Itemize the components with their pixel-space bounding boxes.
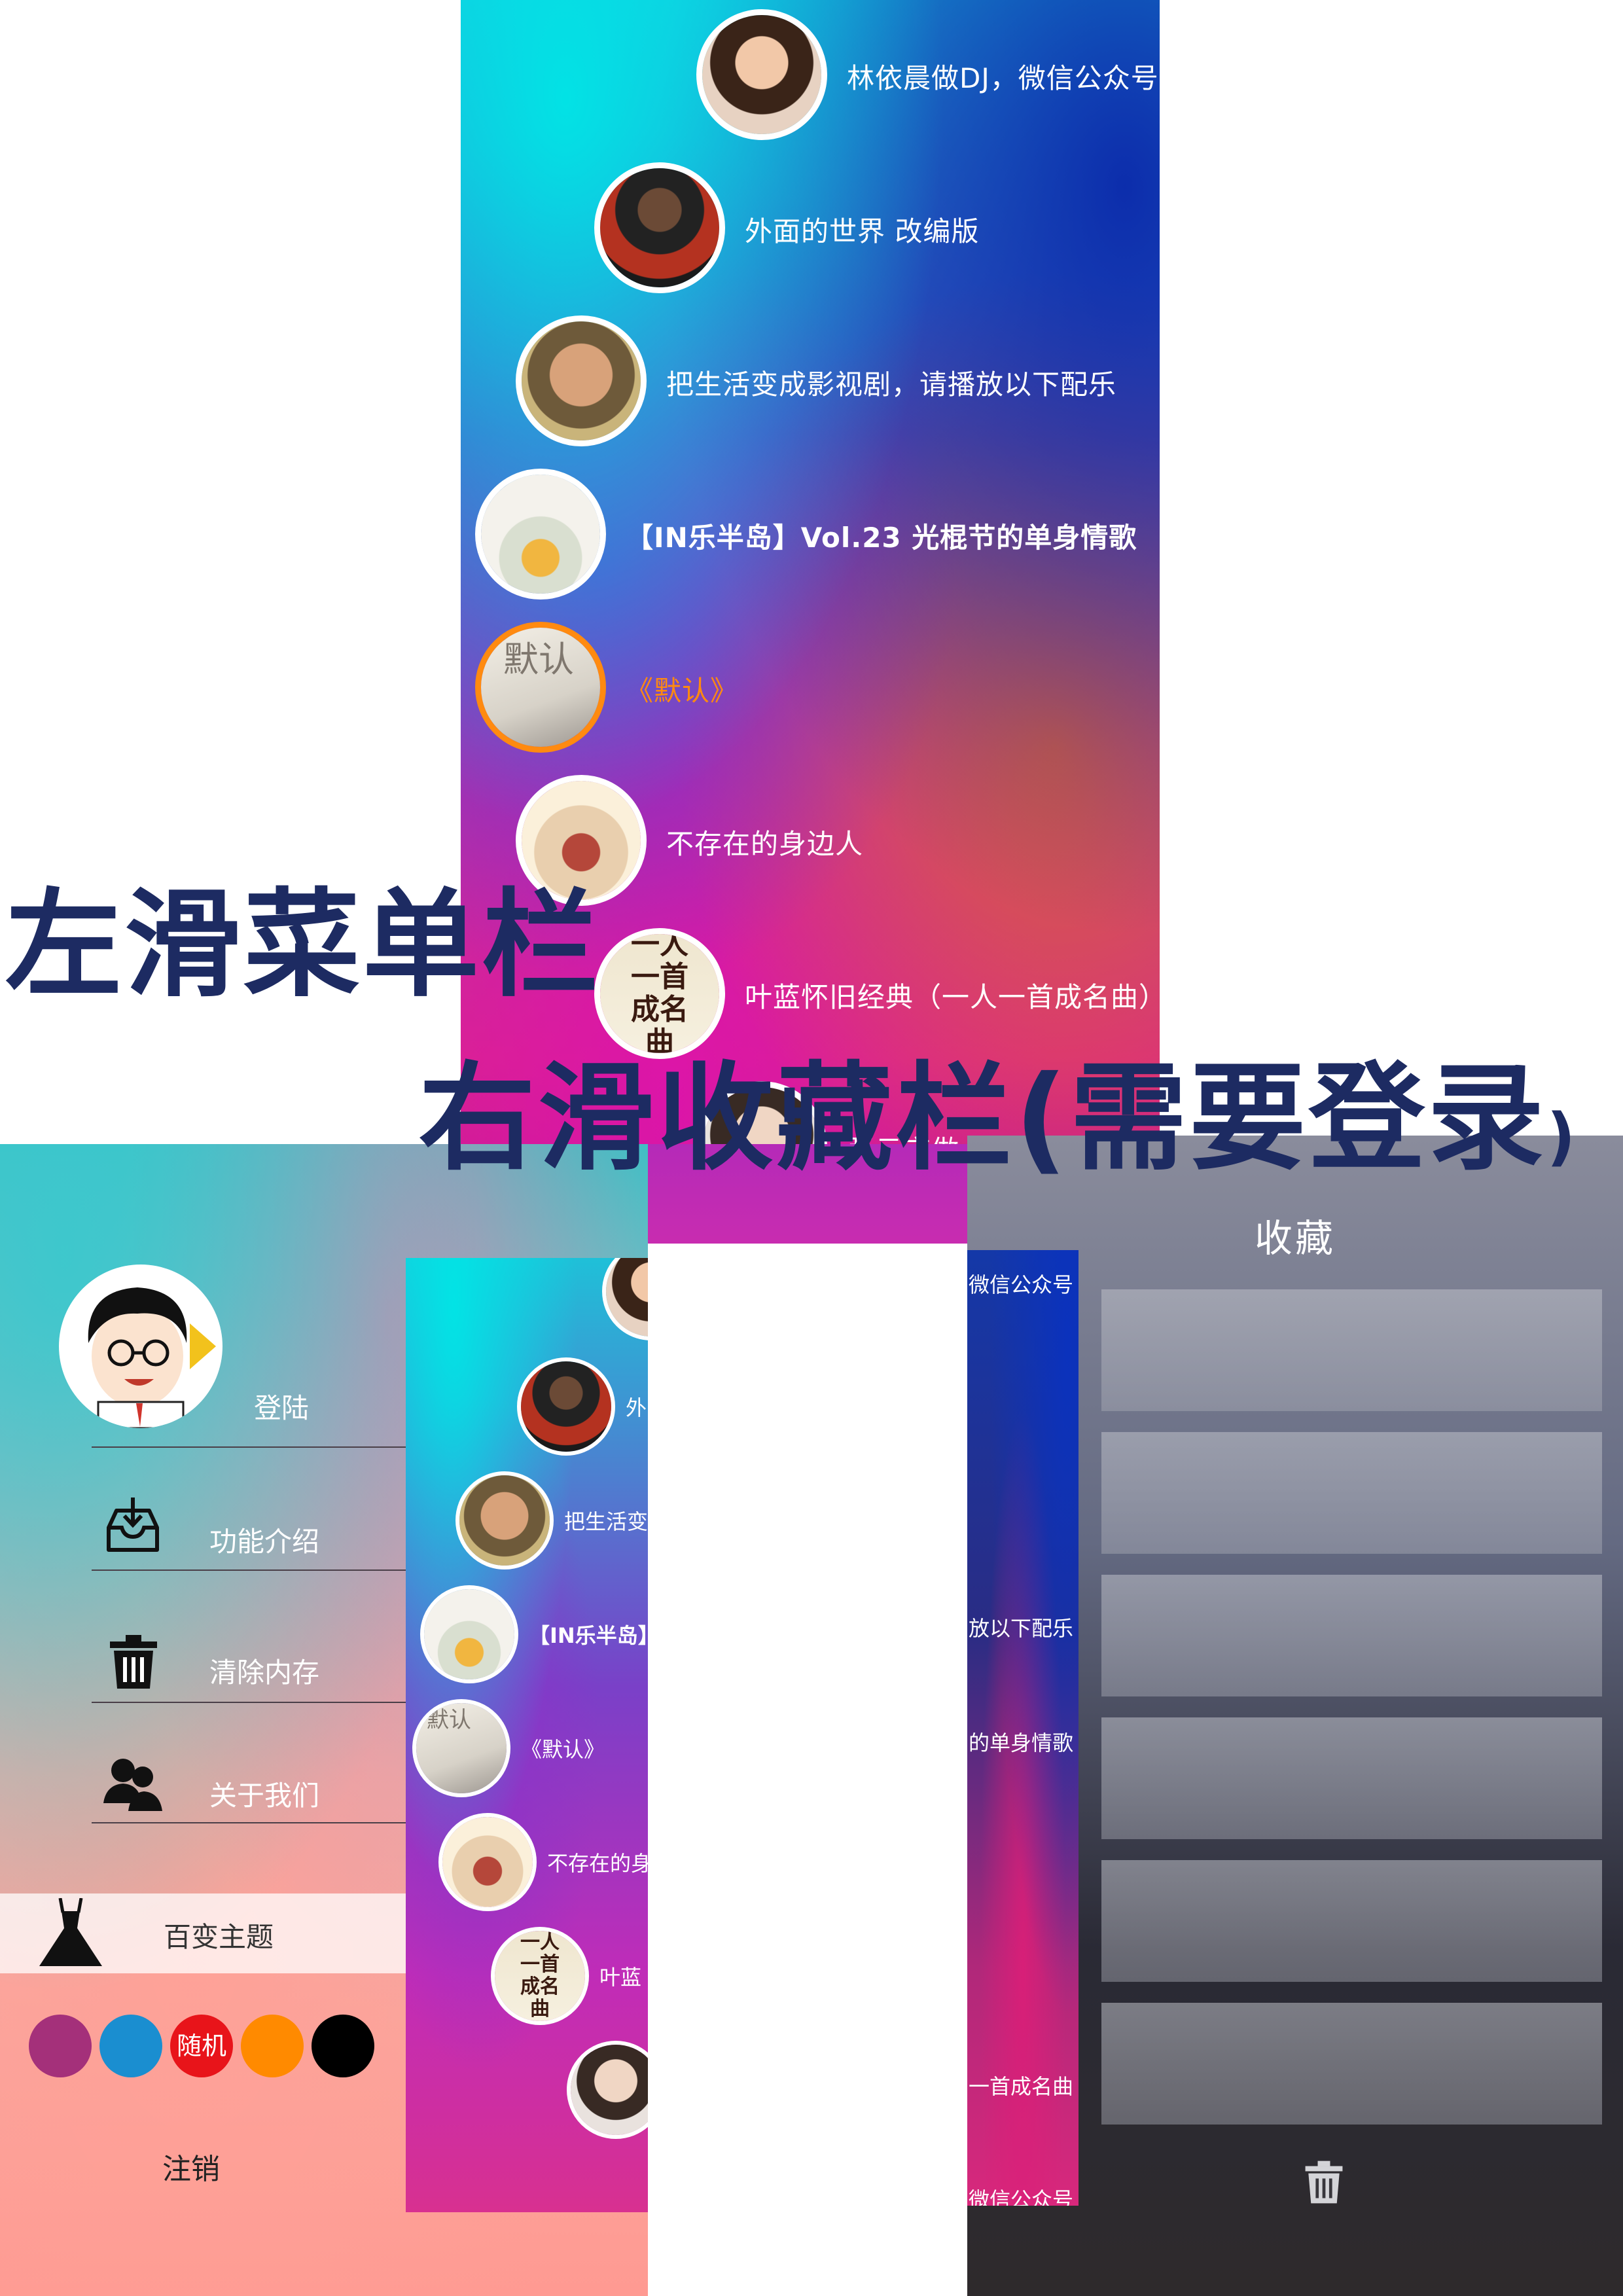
list-item-title: 一首成名曲	[968, 2074, 1073, 2099]
login-button[interactable]: 登陆	[254, 1386, 309, 1426]
playlist-preview[interactable]: 外 把生活变 【IN乐半岛】 默认 《默认》 不存在的身 一人一首成名曲 叶蓝	[406, 1258, 648, 2212]
album-cover-default-icon: 默认	[475, 622, 606, 753]
singer-portrait-icon	[602, 1258, 648, 1340]
playlist-item[interactable]: 外面的世界 改编版	[594, 162, 1160, 293]
list-item-title: 《默认》	[521, 1737, 605, 1762]
caption-right-text: 右滑收藏栏(需要登录	[419, 1050, 1547, 1186]
list-item-title: 放以下配乐	[968, 1616, 1073, 1641]
divider	[92, 1822, 406, 1823]
logout-button[interactable]: 注销	[162, 2145, 220, 2187]
menu-item-about[interactable]: 关于我们	[209, 1774, 319, 1814]
favorite-item[interactable]	[1101, 1432, 1602, 1554]
menu-item-intro[interactable]: 功能介绍	[209, 1520, 319, 1560]
users-icon	[103, 1756, 162, 1814]
list-item-title: 外	[626, 1395, 647, 1420]
trash-icon[interactable]	[1304, 2160, 1344, 2207]
theme-swatch-purple[interactable]	[29, 2015, 92, 2077]
playlist-item-title: 把生活变成影视剧，请播放以下配乐	[666, 368, 1117, 401]
theme-swatch-random[interactable]: 随机	[170, 2015, 233, 2077]
menu-item-clear-cache[interactable]: 清除内存	[209, 1651, 319, 1691]
album-cover-text: 默认	[503, 639, 574, 680]
divider	[92, 1702, 406, 1703]
cake-photo-icon	[438, 1813, 537, 1911]
list-item-title: 叶蓝	[599, 1965, 642, 1990]
favorite-item[interactable]	[1101, 1575, 1602, 1696]
trash-icon	[109, 1635, 158, 1691]
list-item-title: 不存在的身	[547, 1851, 648, 1876]
playlist-item[interactable]: 不存在的身边人	[516, 775, 1160, 906]
caption-right-favorites: 右滑收藏栏(需要登录)	[419, 1024, 1578, 1193]
singer-portrait-icon	[696, 9, 827, 140]
playlist-item[interactable]: 林依晨做DJ，微信公众号	[696, 9, 1160, 140]
playlist-item-active[interactable]: 默认 《默认》	[475, 622, 1160, 753]
actor-photo-icon	[455, 1471, 554, 1570]
playlist-preview[interactable]: J，微信公众号 放以下配乐 的单身情歌 一首成名曲 微信公众号	[967, 1250, 1079, 2206]
album-cover-text: 一人一首成名曲	[520, 1931, 560, 2020]
theme-swatch-orange[interactable]	[241, 2015, 304, 2077]
divider	[92, 1570, 406, 1571]
playlist-item[interactable]: 【IN乐半岛】Vol.23 光棍节的单身情歌	[475, 469, 1160, 600]
actor-photo-icon	[516, 315, 647, 446]
user-avatar-icon[interactable]	[59, 1265, 223, 1428]
favorite-item[interactable]	[1101, 1860, 1602, 1982]
list-item-title: 的单身情歌	[968, 1731, 1073, 1755]
theme-swatch-blue[interactable]	[99, 2015, 162, 2077]
favorite-item[interactable]	[1101, 1289, 1602, 1411]
actor-photo-2-icon	[567, 2041, 648, 2139]
dj-performer-photo-icon	[594, 162, 725, 293]
caption-left-menu: 左滑菜单栏	[5, 877, 601, 1013]
caption-right-paren: )	[1546, 1100, 1578, 1174]
blank-gap	[648, 1244, 967, 2296]
album-cover-text: 默认	[427, 1707, 471, 1733]
album-cover-classic-icon: 一人一首成名曲	[491, 1927, 589, 2025]
playlist-item-title: 【IN乐半岛】Vol.23 光棍节的单身情歌	[626, 522, 1137, 554]
list-item-title: 微信公众号	[968, 2187, 1073, 2206]
left-menu-screen: 登陆 功能介绍 清除内存 关于我们 百变主题 随机 注销 外 把生活变 【IN乐…	[0, 1144, 648, 2296]
playlist-item-title: 外面的世界 改编版	[745, 215, 980, 247]
playlist-item-title: 《默认》	[626, 675, 739, 707]
girl-flowers-photo-icon	[475, 469, 606, 600]
favorite-item[interactable]	[1101, 1717, 1602, 1839]
divider	[92, 1446, 406, 1448]
theme-swatch-black[interactable]	[312, 2015, 374, 2077]
favorites-title: 收藏	[1254, 1216, 1336, 1261]
album-cover-default-icon: 默认	[412, 1699, 510, 1797]
girl-flowers-photo-icon	[420, 1585, 518, 1683]
list-item-title: 【IN乐半岛】	[529, 1623, 648, 1648]
list-item-title: J，微信公众号	[967, 1272, 1073, 1297]
playlist-item-title: 不存在的身边人	[666, 828, 864, 860]
favorite-item[interactable]	[1101, 2003, 1602, 2125]
dj-performer-photo-icon	[517, 1357, 615, 1456]
playlist-item-title: 叶蓝怀旧经典（一人一首成名曲）	[745, 981, 1160, 1013]
list-item-title: 把生活变	[564, 1509, 648, 1534]
playlist-item-title: 林依晨做DJ，微信公众号	[847, 62, 1159, 94]
dress-icon	[38, 1897, 103, 1970]
theme-label: 百变主题	[164, 1921, 274, 1953]
inbox-download-icon	[105, 1498, 161, 1556]
favorites-screen: J，微信公众号 放以下配乐 的单身情歌 一首成名曲 微信公众号 收藏	[967, 1136, 1623, 2296]
playlist-item[interactable]: 把生活变成影视剧，请播放以下配乐	[516, 315, 1160, 446]
